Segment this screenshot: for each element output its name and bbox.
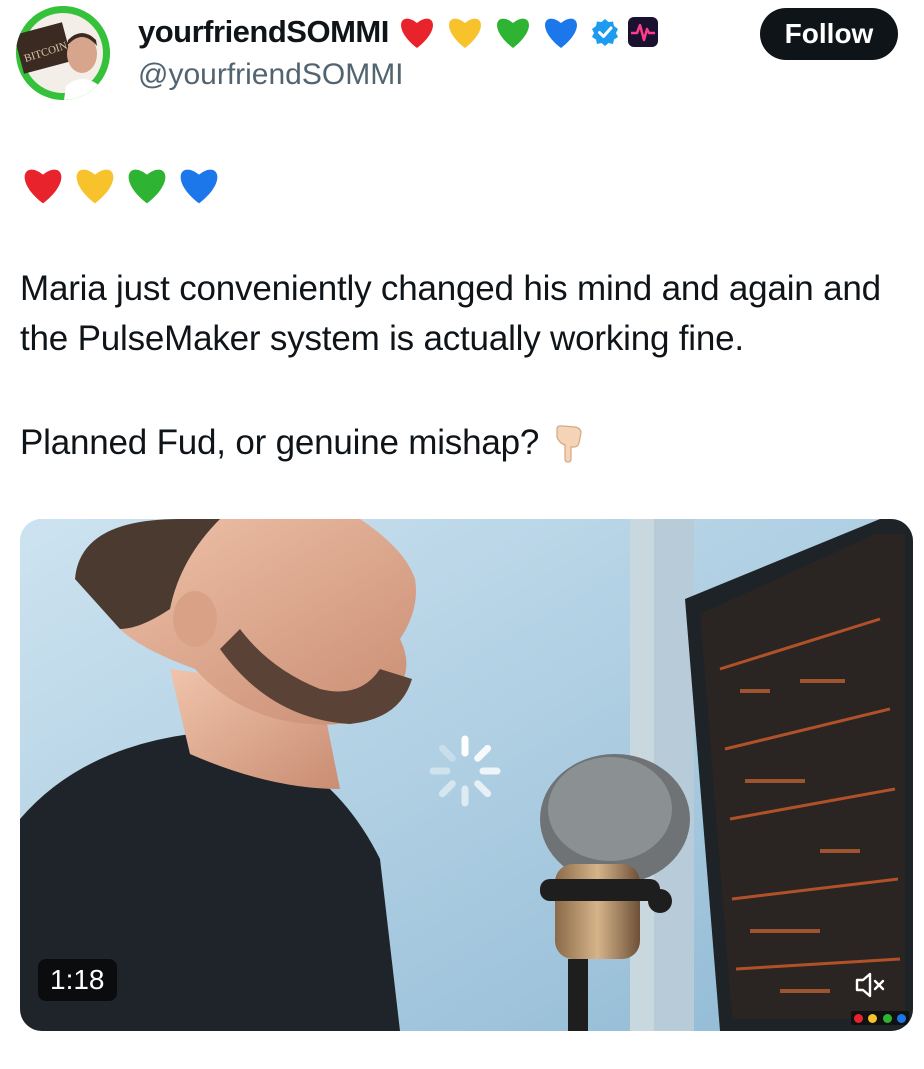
verified-badge-icon[interactable] xyxy=(591,18,619,46)
red-heart-icon xyxy=(400,18,433,48)
video-player[interactable]: 1:18 xyxy=(20,519,913,1031)
follow-button[interactable]: Follow xyxy=(760,8,898,60)
green-heart-icon xyxy=(496,18,529,48)
yellow-dot-icon xyxy=(868,1013,878,1023)
green-heart-icon xyxy=(128,169,166,204)
red-heart-icon xyxy=(24,169,62,204)
avatar-image: BITCOIN xyxy=(16,6,110,100)
blue-heart-icon xyxy=(544,18,577,48)
yellow-heart-icon xyxy=(76,169,114,204)
red-dot-icon xyxy=(853,1013,863,1023)
mini-hearts-overlay xyxy=(851,1011,909,1025)
display-name[interactable]: yourfriendSOMMI xyxy=(138,14,389,50)
hearts-emoji-row xyxy=(20,164,222,206)
display-name-row[interactable]: yourfriendSOMMI xyxy=(138,14,659,50)
loading-spinner-icon xyxy=(429,735,501,807)
yellow-heart-icon xyxy=(448,18,481,48)
volume-muted-icon xyxy=(855,972,885,998)
blue-dot-icon xyxy=(897,1013,907,1023)
mute-button[interactable] xyxy=(847,965,895,1005)
tweet-text-paragraph-2: Planned Fud, or genuine mishap? xyxy=(20,418,910,468)
blue-heart-icon xyxy=(180,169,218,204)
tweet-text-question: Planned Fud, or genuine mishap? xyxy=(20,423,540,462)
green-dot-icon xyxy=(882,1013,892,1023)
pointing-down-icon xyxy=(556,425,582,463)
tweet-text-paragraph-1: Maria just conveniently changed his mind… xyxy=(20,269,881,358)
user-handle[interactable]: @yourfriendSOMMI xyxy=(138,58,404,92)
avatar[interactable]: BITCOIN xyxy=(16,6,110,100)
video-duration-badge: 1:18 xyxy=(38,959,117,1001)
pulse-app-icon xyxy=(627,17,658,47)
